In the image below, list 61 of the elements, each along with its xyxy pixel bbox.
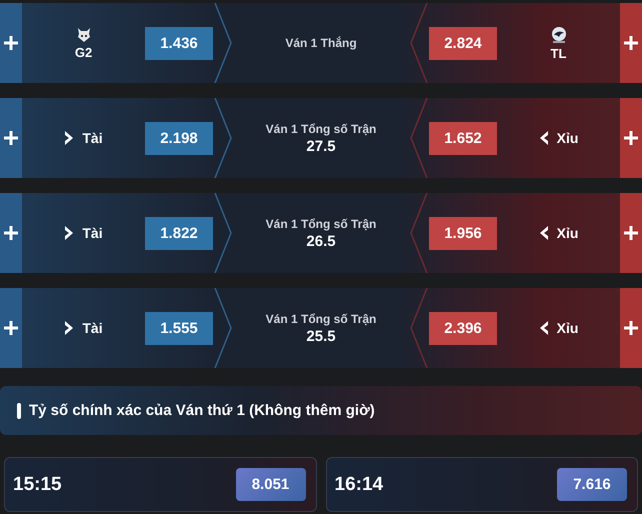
odds-button[interactable]: 1.555 <box>145 312 213 344</box>
plus-icon <box>4 321 18 335</box>
add-button[interactable] <box>0 3 22 83</box>
market-line: 26.5 <box>306 232 336 250</box>
team-logo-icon <box>76 26 90 42</box>
chevron-right-icon <box>64 130 74 146</box>
team-name: TL <box>550 46 566 60</box>
plus-icon <box>624 36 638 50</box>
option-label: Tài <box>82 130 103 146</box>
add-button[interactable] <box>620 193 642 273</box>
score-label: 16:14 <box>334 474 384 496</box>
odds-button[interactable]: 8.051 <box>236 468 306 501</box>
chevron-left-icon <box>538 130 549 146</box>
plus-icon <box>624 131 638 145</box>
team-logo-icon <box>550 26 568 44</box>
chevron-divider-icon <box>213 3 233 83</box>
chevron-divider-icon <box>409 98 429 178</box>
chevron-divider-icon <box>213 288 233 368</box>
section-title: Tỷ số chính xác của Ván thứ 1 (Không thêm giờ) <box>29 402 375 419</box>
chevron-left-icon <box>538 225 549 241</box>
market-title: Ván 1 Tổng số Trận <box>266 216 376 230</box>
market-title: Ván 1 Thắng <box>285 36 357 50</box>
chevron-divider-icon <box>409 3 429 83</box>
odds-button[interactable]: 1.822 <box>145 216 213 250</box>
option-label: Xỉu <box>556 225 578 241</box>
chevron-divider-icon <box>213 98 233 178</box>
option-label: Xỉu <box>556 320 578 336</box>
add-button[interactable] <box>0 193 22 273</box>
odds-button[interactable]: 1.436 <box>145 26 213 60</box>
team-name: G2 <box>74 44 92 60</box>
option-label: Tài <box>82 320 103 336</box>
add-button[interactable] <box>0 288 22 368</box>
odds-button[interactable]: 1.956 <box>429 216 497 250</box>
odds-button[interactable]: 7.616 <box>557 468 627 501</box>
odds-button[interactable]: 1.652 <box>429 122 497 154</box>
chevron-left-icon <box>538 320 549 336</box>
chevron-divider-icon <box>409 288 429 368</box>
market-title: Ván 1 Tổng số Trận <box>266 122 376 136</box>
odds-button[interactable]: 2.198 <box>145 122 213 154</box>
plus-icon <box>624 226 638 240</box>
plus-icon <box>4 36 18 50</box>
add-button[interactable] <box>620 98 642 178</box>
odds-button[interactable]: 2.824 <box>429 26 497 60</box>
chevron-right-icon <box>64 225 74 241</box>
add-button[interactable] <box>0 98 22 178</box>
add-button[interactable] <box>620 3 642 83</box>
plus-icon <box>624 321 638 335</box>
accent-bar-icon <box>17 402 21 418</box>
option-label: Tài <box>82 225 103 241</box>
market-title: Ván 1 Tổng số Trận <box>266 312 376 326</box>
option-label: Xỉu <box>556 130 578 146</box>
chevron-right-icon <box>64 320 74 336</box>
score-label: 15:15 <box>13 474 62 496</box>
chevron-divider-icon <box>213 193 233 273</box>
market-line: 25.5 <box>306 328 336 344</box>
plus-icon <box>4 131 18 145</box>
chevron-divider-icon <box>409 193 429 273</box>
plus-icon <box>4 226 18 240</box>
odds-button[interactable]: 2.396 <box>429 312 497 344</box>
add-button[interactable] <box>620 288 642 368</box>
market-line: 27.5 <box>306 138 336 154</box>
